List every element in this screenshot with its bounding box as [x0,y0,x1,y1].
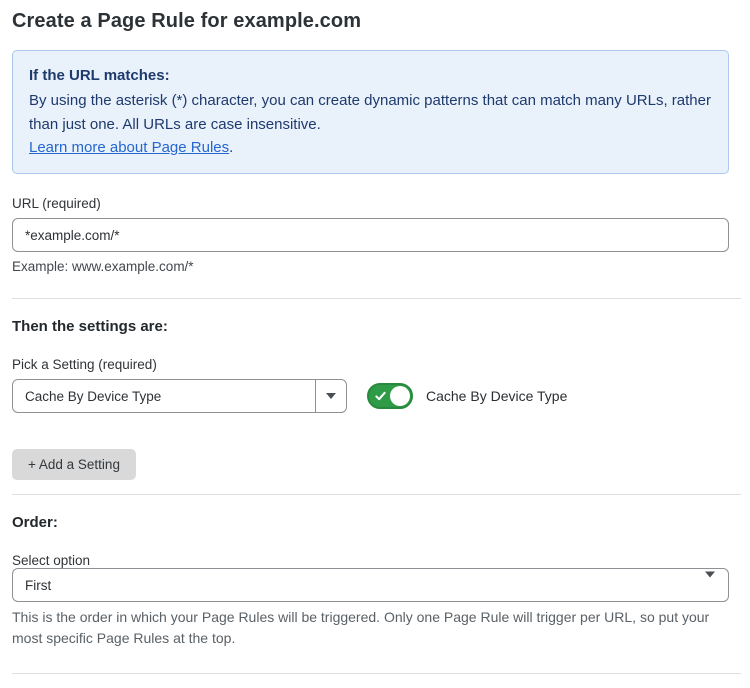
order-select-label: Select option [12,553,729,568]
link-period: . [229,139,233,156]
order-select-value: First [13,578,728,593]
chevron-down-icon [326,393,336,399]
setting-select-arrow-button[interactable] [315,380,346,412]
order-select[interactable]: First [12,568,729,602]
setting-select-value: Cache By Device Type [13,389,315,404]
page-title: Create a Page Rule for example.com [12,10,729,33]
info-box-body: By using the asterisk (*) character, you… [29,89,712,136]
check-icon [375,391,386,402]
url-example-helper: Example: www.example.com/* [12,259,729,274]
order-section-heading: Order: [12,514,729,531]
url-field-label: URL (required) [12,196,729,211]
order-helper-text: This is the order in which your Page Rul… [12,607,729,649]
divider [12,673,741,674]
toggle-knob [390,386,410,406]
info-box-heading: If the URL matches: [29,64,712,87]
learn-more-link[interactable]: Learn more about Page Rules [29,139,229,156]
info-link-line: Learn more about Page Rules. [29,136,712,159]
cache-by-device-type-toggle[interactable] [367,383,413,409]
divider [12,298,741,299]
toggle-label: Cache By Device Type [426,388,567,404]
create-page-rule-form: Create a Page Rule for example.com If th… [0,0,741,688]
setting-row: Cache By Device Type Cache By Device Typ… [12,379,729,413]
url-match-info-box: If the URL matches: By using the asteris… [12,50,729,174]
chevron-down-icon [705,578,715,593]
setting-select[interactable]: Cache By Device Type [12,379,347,413]
settings-section-heading: Then the settings are: [12,318,729,335]
add-setting-button[interactable]: + Add a Setting [12,449,136,480]
pick-setting-label: Pick a Setting (required) [12,357,729,372]
url-input[interactable] [12,218,729,252]
divider [12,494,741,495]
